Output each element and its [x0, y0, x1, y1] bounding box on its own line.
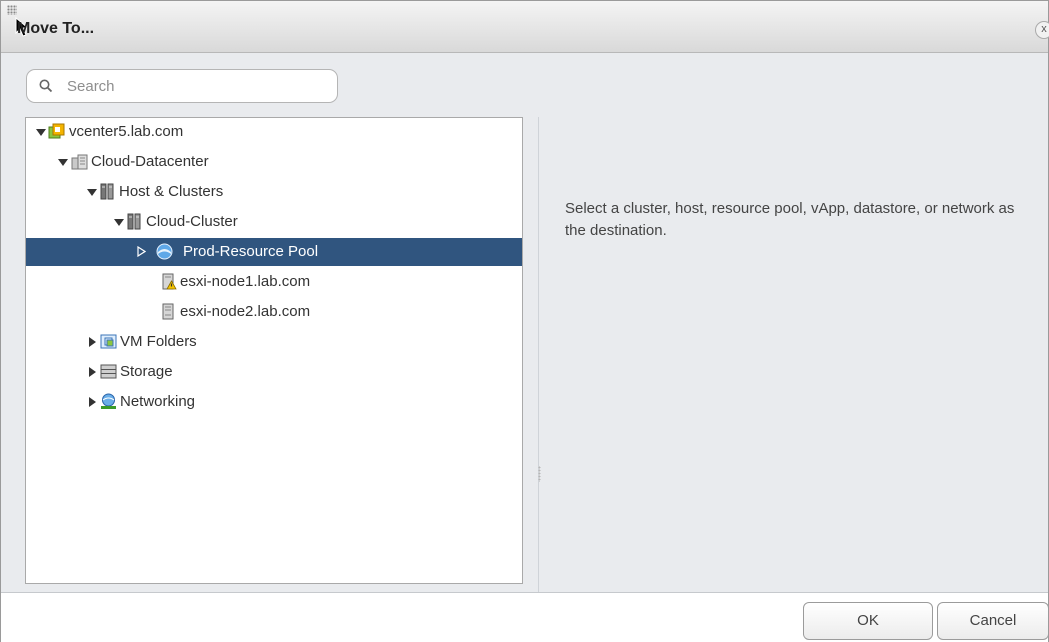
cancel-button[interactable]: Cancel — [937, 602, 1049, 640]
storage-icon — [100, 364, 117, 379]
inventory-tree: vcenter5.lab.com Cloud-Datacenter Host &… — [25, 117, 523, 584]
close-button[interactable]: x — [1035, 21, 1049, 39]
tree-node-label: Storage — [120, 363, 173, 380]
destination-hint: Select a cluster, host, resource pool, v… — [565, 200, 1015, 239]
tree-node-label: Prod-Resource Pool — [183, 243, 319, 260]
vm-folder-icon — [100, 334, 117, 349]
datacenter-icon — [71, 154, 88, 170]
tree-row-cluster[interactable]: Cloud-Cluster — [26, 208, 522, 236]
tree-node-label: Host & Clusters — [119, 183, 224, 200]
search-input[interactable] — [67, 75, 327, 97]
dialog-title: Move To... — [17, 20, 95, 37]
expand-arrow-icon[interactable] — [89, 337, 96, 347]
splitter-grip-icon[interactable] — [538, 466, 541, 482]
host-icon — [162, 303, 174, 320]
tree-row-host-clusters[interactable]: Host & Clusters — [26, 178, 522, 206]
collapsed-arrow-icon[interactable] — [137, 246, 146, 257]
cluster-icon — [127, 213, 141, 230]
tree-node-label: vcenter5.lab.com — [69, 123, 184, 140]
resize-grip-icon[interactable] — [7, 5, 17, 15]
tree-row-storage[interactable]: Storage — [26, 358, 522, 386]
expand-arrow-icon[interactable] — [36, 129, 46, 136]
tree-row-host-1[interactable]: esxi-node1.lab.com — [26, 268, 522, 296]
tree-node-label: Cloud-Cluster — [146, 213, 238, 230]
tree-row-vm-folders[interactable]: VM Folders — [26, 328, 522, 356]
tree-row-datacenter[interactable]: Cloud-Datacenter — [26, 148, 522, 176]
tree-node-label: esxi-node2.lab.com — [180, 303, 311, 320]
expand-arrow-icon[interactable] — [114, 219, 124, 226]
host-folder-icon — [100, 183, 114, 200]
expand-arrow-icon[interactable] — [58, 159, 68, 166]
expand-arrow-icon[interactable] — [89, 367, 96, 377]
tree-node-label: Cloud-Datacenter — [91, 153, 209, 170]
tree-node-label: esxi-node1.lab.com — [180, 273, 311, 290]
tree-node-label: Networking — [120, 393, 196, 410]
ok-button[interactable]: OK — [803, 602, 933, 640]
tree-node-label: VM Folders — [120, 333, 197, 350]
dialog-titlebar[interactable]: Move To... x — [1, 1, 1049, 53]
search-box[interactable] — [26, 69, 338, 103]
expand-arrow-icon[interactable] — [89, 397, 96, 407]
network-icon — [101, 393, 116, 409]
expand-arrow-icon[interactable] — [87, 189, 97, 196]
tree-row-networking[interactable]: Networking — [26, 388, 522, 416]
host-warning-icon — [162, 273, 177, 290]
panel-splitter[interactable] — [538, 117, 539, 592]
tree-row-vcenter[interactable]: vcenter5.lab.com — [26, 118, 522, 146]
vcenter-icon — [48, 123, 65, 139]
resource-pool-icon — [156, 243, 173, 260]
tree-row-host-2[interactable]: esxi-node2.lab.com — [26, 298, 522, 326]
tree-row-resource-pool[interactable]: Prod-Resource Pool — [26, 238, 522, 266]
move-to-dialog: Move To... x vcenter5.lab.com — [0, 0, 1049, 642]
search-icon — [39, 79, 53, 93]
